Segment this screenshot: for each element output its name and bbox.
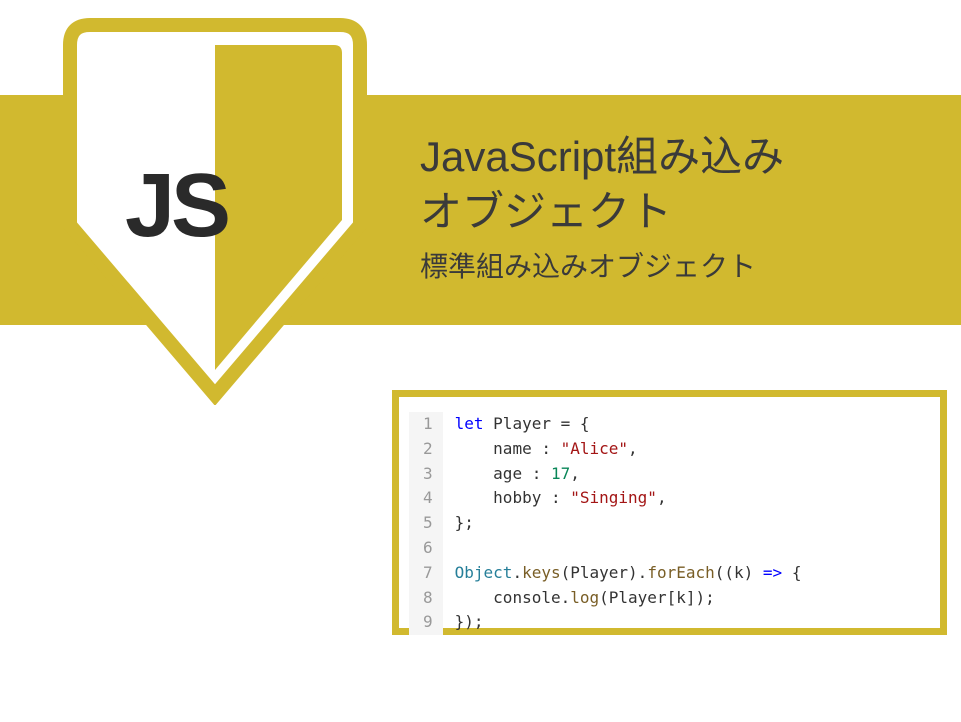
title-block: JavaScript組み込み オブジェクト 標準組み込みオブジェクト (420, 130, 940, 285)
line-number-gutter: 123456789 (409, 412, 443, 635)
line-number: 5 (423, 511, 433, 536)
line-number: 6 (423, 536, 433, 561)
line-number: 8 (423, 586, 433, 611)
line-number: 4 (423, 486, 433, 511)
code-line: let Player = { (455, 412, 802, 437)
line-number: 7 (423, 561, 433, 586)
line-number: 3 (423, 462, 433, 487)
title-line1: JavaScript組み込み (420, 130, 940, 185)
code-content: 123456789 let Player = { name : "Alice",… (409, 412, 930, 635)
code-line: name : "Alice", (455, 437, 802, 462)
code-line: }; (455, 511, 802, 536)
code-lines: let Player = { name : "Alice", age : 17,… (443, 412, 802, 635)
line-number: 1 (423, 412, 433, 437)
code-example-box: 123456789 let Player = { name : "Alice",… (392, 390, 947, 635)
subtitle: 標準組み込みオブジェクト (420, 245, 940, 285)
line-number: 9 (423, 610, 433, 635)
code-line: }); (455, 610, 802, 635)
code-line: Object.keys(Player).forEach((k) => { (455, 561, 802, 586)
title-line2: オブジェクト (420, 185, 940, 240)
code-line: age : 17, (455, 462, 802, 487)
code-line: hobby : "Singing", (455, 486, 802, 511)
line-number: 2 (423, 437, 433, 462)
code-line: console.log(Player[k]); (455, 586, 802, 611)
code-line (455, 536, 802, 561)
js-logo-text: JS (125, 155, 227, 258)
